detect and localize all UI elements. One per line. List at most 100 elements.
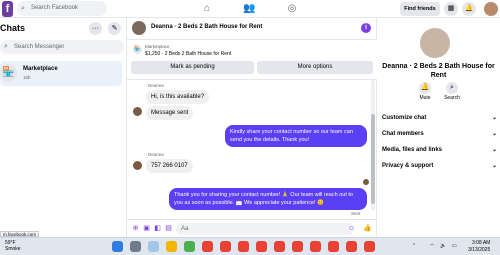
- mute-button[interactable]: 🔔 Mute: [414, 82, 436, 101]
- tray-chevron-icon[interactable]: ⌃: [412, 243, 416, 249]
- chats-title: Chats: [0, 23, 26, 33]
- app-icon[interactable]: [184, 241, 195, 252]
- home-icon[interactable]: ⌂: [201, 3, 213, 15]
- chrome-icon[interactable]: [346, 241, 357, 252]
- menu-grid-icon[interactable]: ▦: [444, 2, 458, 16]
- privacy-support-section[interactable]: Privacy & support ⌄: [382, 159, 497, 173]
- chrome-icon[interactable]: [256, 241, 267, 252]
- outgoing-message[interactable]: Kindly share your contact number so our …: [225, 125, 367, 147]
- messenger-search-placeholder: Search Messenger: [14, 44, 65, 50]
- compose-icon[interactable]: ✎: [108, 22, 121, 35]
- profile-avatar[interactable]: [484, 2, 498, 16]
- volume-icon[interactable]: 🔈: [440, 243, 446, 249]
- mute-label: Mute: [419, 95, 431, 101]
- conversation-pane: Deanna · 2 Beds 2 Bath House for Rent i …: [127, 18, 377, 237]
- wifi-icon[interactable]: ◠: [430, 243, 434, 249]
- chrome-icon[interactable]: [220, 241, 231, 252]
- marketplace-card-label: Marketplace: [145, 44, 170, 49]
- battery-icon[interactable]: ▭: [452, 243, 457, 249]
- chats-sidebar: Chats ··· ✎ ⌕ Search Messenger 🏪 Marketp…: [0, 18, 127, 237]
- chrome-icon[interactable]: [328, 241, 339, 252]
- sender-avatar: [133, 107, 142, 116]
- clock-time[interactable]: 3:08 AM: [472, 240, 490, 246]
- bell-icon: 🔔: [419, 82, 431, 94]
- sender-name: Deanna: [148, 83, 164, 88]
- incoming-message[interactable]: Message sent: [146, 106, 194, 120]
- message-input[interactable]: Aa: [176, 223, 354, 235]
- outgoing-message[interactable]: Thank you for sharing your contact numbe…: [169, 188, 367, 210]
- section-label: Chat members: [382, 131, 424, 137]
- like-icon[interactable]: 👍: [363, 224, 372, 233]
- top-bar: f ⌕ Search Facebook ⌂ 👥 ◎ Find friends ▦…: [0, 0, 500, 18]
- emoji-icon[interactable]: ☺: [347, 224, 356, 233]
- search-label: Search: [444, 95, 460, 101]
- windows-taskbar: 59°F Smoke ⌃ ◠ 🔈 ▭ 3:08 AM 3/13/2025: [0, 237, 500, 255]
- marketplace-listing-card: 🏪 Marketplace $1,250 · 2 Beds 2 Bath Hou…: [127, 40, 377, 80]
- more-options-icon[interactable]: ···: [89, 22, 102, 35]
- clock-date[interactable]: 3/13/2025: [468, 247, 490, 253]
- search-icon[interactable]: [130, 241, 141, 252]
- sticker-icon[interactable]: ◧: [153, 224, 162, 233]
- image-icon[interactable]: ▣: [142, 224, 151, 233]
- incoming-message[interactable]: Hi, is this available?: [146, 90, 210, 104]
- message-composer: ⊕ ▣ ◧ ▤ Aa ☺ 👍: [127, 219, 377, 237]
- more-options-button[interactable]: More options: [257, 61, 373, 74]
- chat-members-section[interactable]: Chat members ⌄: [382, 127, 497, 141]
- chat-title[interactable]: Deanna · 2 Beds 2 Bath House for Rent: [151, 24, 262, 30]
- chat-details-title: Deanna · 2 Beds 2 Bath House for Rent: [382, 63, 495, 79]
- search-icon: ⌕: [21, 5, 25, 12]
- windows-start-icon[interactable]: [112, 241, 123, 252]
- chat-header: Deanna · 2 Beds 2 Bath House for Rent i: [127, 18, 377, 40]
- friends-icon[interactable]: 👥: [243, 3, 255, 15]
- chevron-down-icon: ⌄: [491, 163, 497, 169]
- customize-chat-section[interactable]: Customize chat ⌄: [382, 111, 497, 125]
- chrome-icon[interactable]: [292, 241, 303, 252]
- sent-status: Sent: [351, 211, 361, 216]
- task-view-icon[interactable]: [148, 241, 159, 252]
- weather-condition: Smoke: [5, 246, 21, 252]
- store-icon: 🏪: [0, 64, 17, 82]
- scrollbar-thumb[interactable]: [371, 114, 375, 204]
- facebook-search-input[interactable]: ⌕ Search Facebook: [17, 1, 107, 16]
- groups-icon[interactable]: ◎: [286, 3, 298, 15]
- search-icon: ⌕: [4, 43, 8, 50]
- weather-widget[interactable]: 59°F Smoke: [5, 240, 21, 252]
- plus-icon[interactable]: ⊕: [131, 224, 140, 233]
- section-label: Privacy & support: [382, 163, 434, 169]
- notifications-bell-icon[interactable]: 🔔: [462, 2, 476, 16]
- section-label: Customize chat: [382, 115, 427, 121]
- chevron-down-icon: ⌄: [491, 131, 497, 137]
- chrome-icon[interactable]: [274, 241, 285, 252]
- section-label: Media, files and links: [382, 147, 443, 153]
- listing-title[interactable]: $1,250 · 2 Beds 2 Bath House for Rent: [145, 51, 231, 57]
- chrome-icon[interactable]: [364, 241, 375, 252]
- mark-as-pending-button[interactable]: Mark as pending: [131, 61, 254, 74]
- messenger-search-input[interactable]: ⌕ Search Messenger: [0, 40, 124, 54]
- find-friends-button[interactable]: Find friends: [400, 2, 440, 16]
- chrome-icon[interactable]: [202, 241, 213, 252]
- marketplace-label: Marketplace: [23, 66, 58, 72]
- media-files-links-section[interactable]: Media, files and links ⌄: [382, 143, 497, 157]
- chat-details-pane: Deanna · 2 Beds 2 Bath House for Rent 🔔 …: [377, 18, 500, 237]
- file-explorer-icon[interactable]: [166, 241, 177, 252]
- sender-avatar: [133, 161, 142, 170]
- gif-icon[interactable]: ▤: [164, 224, 173, 233]
- chrome-icon[interactable]: [310, 241, 321, 252]
- sender-name: Deanna: [148, 152, 164, 157]
- chat-avatar-large: [420, 28, 450, 58]
- chat-avatar[interactable]: [132, 21, 146, 35]
- search-placeholder: Search Facebook: [31, 5, 79, 11]
- seen-avatar: [363, 179, 369, 185]
- incoming-message[interactable]: 757 266 0107: [146, 159, 193, 173]
- message-list[interactable]: Deanna Hi, is this available? Message se…: [127, 80, 377, 219]
- info-icon[interactable]: i: [361, 23, 371, 33]
- marketplace-time: 16h: [23, 75, 31, 80]
- chevron-down-icon: ⌄: [491, 115, 497, 121]
- search-icon: ⌕: [446, 82, 458, 94]
- facebook-logo[interactable]: f: [2, 1, 13, 17]
- message-input-placeholder: Aa: [181, 226, 189, 232]
- marketplace-conversation-item[interactable]: 🏪 Marketplace 16h: [0, 61, 122, 86]
- search-conversation-button[interactable]: ⌕ Search: [441, 82, 463, 101]
- store-icon: 🏪: [133, 45, 142, 54]
- chrome-icon[interactable]: [238, 241, 249, 252]
